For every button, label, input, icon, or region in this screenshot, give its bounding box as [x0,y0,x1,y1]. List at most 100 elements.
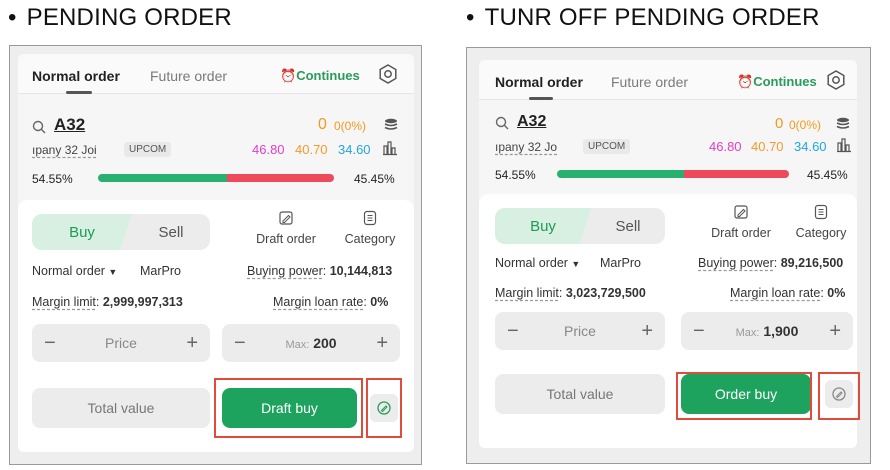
total-value-field[interactable]: Total value [32,388,210,428]
price-decrease-button[interactable]: − [44,332,56,355]
order-type-select[interactable]: Normal order ▼ [32,264,117,278]
database-icon[interactable] [836,117,850,131]
max-label: Max: [285,339,310,351]
draft-order-button[interactable]: Draft order [705,204,777,240]
continues-button[interactable]: ⏰Continues [737,74,817,90]
margin-loan-rate: Margin loan rate: 0% [273,295,389,309]
company-name[interactable]: ıpany 32 Jo [495,140,557,154]
category-icon [814,204,828,220]
sell-toggle[interactable]: Sell [591,208,665,244]
order-type-value: Normal order [495,256,568,270]
category-button[interactable]: Category [338,210,402,246]
total-value-field[interactable]: Total value [495,374,665,414]
margin-rate-value: 0% [827,286,846,300]
order-tabs: Normal order Future order ⏰Continues [479,60,857,100]
alarm-icon: ⏰ [737,74,754,89]
continues-label: Continues [753,74,817,89]
heading-text: PENDING ORDER [26,4,232,31]
category-label: Category [795,226,847,240]
heading-text: TUNR OFF PENDING ORDER [484,4,820,31]
exchange-badge: UPCOM [583,139,631,154]
symbol-input[interactable]: A32 [517,113,546,131]
buy-sell-ratio-bar [557,170,789,178]
tab-future-order[interactable]: Future order [150,68,227,84]
reference-price: 40.70 [751,139,784,154]
category-label: Category [344,232,396,246]
chart-icon[interactable] [382,140,398,156]
tab-future-order[interactable]: Future order [611,74,688,90]
tab-normal-order[interactable]: Normal order [32,68,120,84]
chart-icon[interactable] [836,137,852,153]
margin-limit: Margin limit: 3,023,729,500 [495,286,646,300]
max-value: 200 [313,335,337,351]
search-icon[interactable] [495,116,509,130]
buy-ratio: 54.55% [32,172,73,186]
sell-toggle[interactable]: Sell [132,214,210,250]
bullet-icon: • [466,4,475,31]
settings-icon[interactable] [377,63,399,85]
margin-limit-label[interactable]: Margin limit [32,295,96,309]
change-value: 0 [318,116,327,133]
marpro-label[interactable]: MarPro [600,256,641,270]
buying-power: Buying power: 10,144,813 [247,264,393,278]
tab-underline [529,97,553,100]
continues-button[interactable]: ⏰Continues [280,68,360,84]
settings-icon[interactable] [825,69,847,91]
order-type-select[interactable]: Normal order ▼ [495,256,580,270]
price-increase-button[interactable]: + [641,320,653,343]
draft-order-button[interactable]: Draft order [250,210,322,246]
draft-edit-icon [734,205,748,219]
marpro-label[interactable]: MarPro [140,264,181,278]
buying-power-label[interactable]: Buying power [247,264,323,278]
sell-ratio: 45.45% [354,172,395,186]
price-input[interactable]: − Price + [32,324,210,362]
price-increase-button[interactable]: + [186,332,198,355]
exchange-badge: UPCOM [124,142,172,157]
quantity-increase-button[interactable]: + [829,320,841,343]
highlight-draft-buy [214,378,363,438]
buy-ratio-fill [98,174,227,182]
quantity-max: Max: 1,900 [736,323,799,339]
caret-down-icon: ▼ [108,267,118,277]
database-icon[interactable] [384,118,398,132]
floor-price: 34.60 [794,139,827,154]
buy-sell-ratio-bar [98,174,334,182]
buy-toggle[interactable]: Buy [32,214,132,250]
quantity-increase-button[interactable]: + [376,332,388,355]
price-placeholder: Price [105,335,137,351]
buy-ratio-fill [557,170,684,178]
caret-down-icon: ▼ [571,259,581,269]
quantity-input[interactable]: − Max: 200 + [222,324,400,362]
draft-edit-icon [279,211,293,225]
alarm-icon: ⏰ [280,68,297,83]
price-input[interactable]: − Price + [495,312,665,350]
max-value: 1,900 [763,323,799,339]
margin-limit-label[interactable]: Margin limit [495,286,559,300]
tab-normal-order[interactable]: Normal order [495,74,583,90]
category-button[interactable]: Category [789,204,853,240]
margin-rate-label[interactable]: Margin loan rate [730,286,820,300]
quantity-decrease-button[interactable]: − [234,332,246,355]
reference-price: 40.70 [295,142,328,157]
draft-order-label: Draft order [256,232,316,246]
buy-sell-toggle: Buy Sell [495,208,665,244]
margin-loan-rate: Margin loan rate: 0% [730,286,846,300]
symbol-input[interactable]: A32 [54,115,85,135]
margin-limit: Margin limit: 2,999,997,313 [32,295,183,309]
highlight-edit [818,372,860,420]
category-icon [363,210,377,226]
buy-toggle[interactable]: Buy [495,208,591,244]
quantity-decrease-button[interactable]: − [693,320,705,343]
change-percent: 0(0%) [334,119,367,133]
company-name[interactable]: ıpany 32 Joi [32,143,97,157]
bullet-icon: • [8,4,17,31]
price-placeholder: Price [564,323,596,339]
continues-label: Continues [296,68,360,83]
search-icon[interactable] [32,120,46,134]
price-decrease-button[interactable]: − [507,320,519,343]
sell-ratio: 45.45% [807,168,848,182]
buying-power-value: 89,216,500 [780,256,844,270]
margin-rate-label[interactable]: Margin loan rate [273,295,363,309]
buying-power-label[interactable]: Buying power [698,256,774,270]
quantity-input[interactable]: − Max: 1,900 + [681,312,853,350]
